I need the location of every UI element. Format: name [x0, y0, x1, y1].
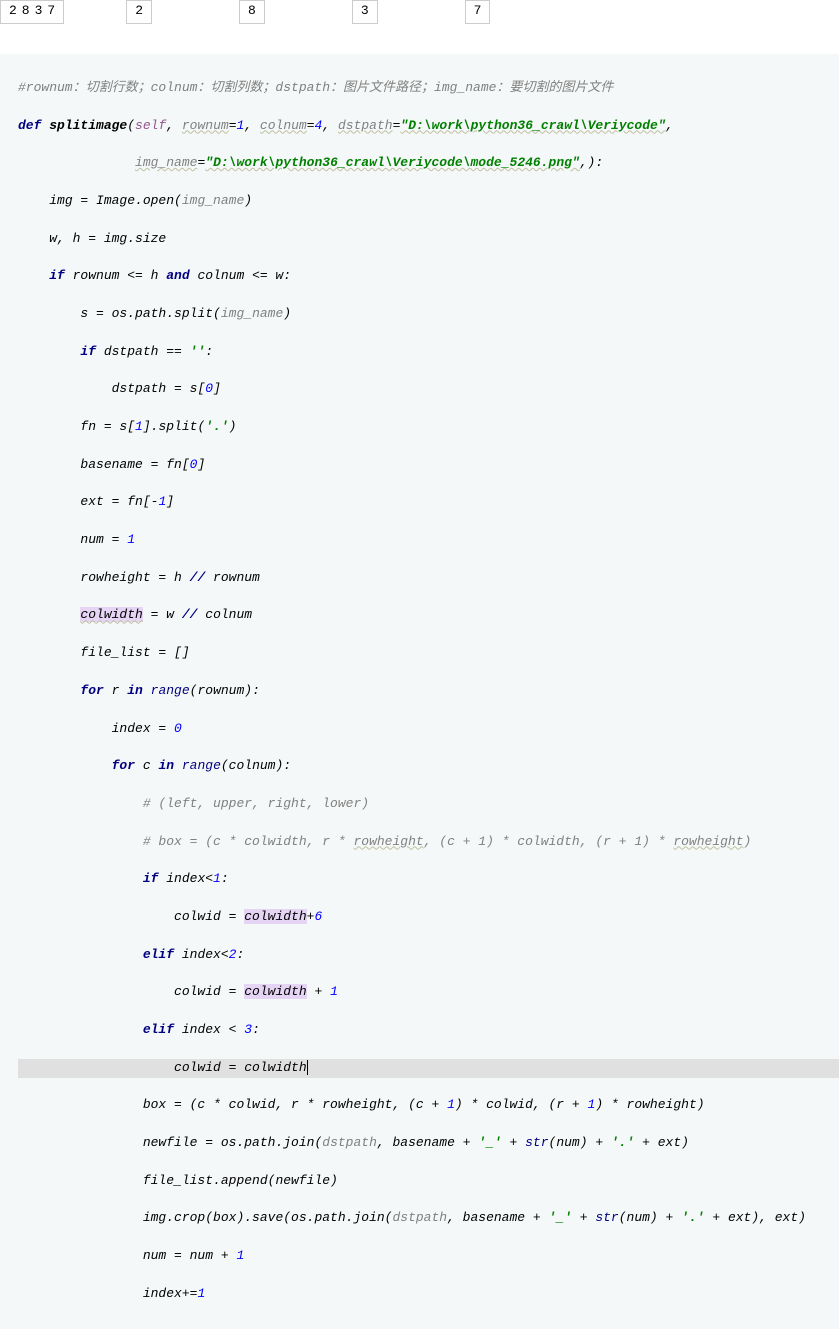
code-line: box = (c * colwid, r * rowheight, (c + 1…: [18, 1096, 839, 1115]
code-line: rowheight = h // rownum: [18, 569, 839, 588]
code-line: num = num + 1: [18, 1247, 839, 1266]
code-line: img = Image.open(img_name): [18, 192, 839, 211]
code-line: for c in range(colnum):: [18, 757, 839, 776]
code-line: w, h = img.size: [18, 230, 839, 249]
code-line-active: colwid = colwidth: [18, 1059, 839, 1078]
code-line: ext = fn[-1]: [18, 493, 839, 512]
code-line: index = 0: [18, 720, 839, 739]
tab-bar: 2837 2 8 3 7: [0, 0, 839, 24]
code-line: img.crop(box).save(os.path.join(dstpath,…: [18, 1209, 839, 1228]
code-line: colwidth = w // colnum: [18, 606, 839, 625]
code-line: fn = s[1].split('.'): [18, 418, 839, 437]
code-line: num = 1: [18, 531, 839, 550]
text-caret: [307, 1060, 308, 1075]
code-line: #rownum：切割行数；colnum：切割列数；dstpath：图片文件路径；…: [18, 79, 839, 98]
code-line: colwid = colwidth+6: [18, 908, 839, 927]
tab-3[interactable]: 3: [352, 0, 378, 24]
code-line: def splitimage(self, rownum=1, colnum=4,…: [18, 117, 839, 136]
tab-0[interactable]: 2837: [0, 0, 64, 24]
code-line: img_name="D:\work\python36_crawl\Veriyco…: [18, 154, 839, 173]
code-line: elif index<2:: [18, 946, 839, 965]
code-line: newfile = os.path.join(dstpath, basename…: [18, 1134, 839, 1153]
code-line: file_list.append(newfile): [18, 1172, 839, 1191]
code-line: # (left, upper, right, lower): [18, 795, 839, 814]
code-line: if rownum <= h and colnum <= w:: [18, 267, 839, 286]
tab-2[interactable]: 8: [239, 0, 265, 24]
code-line: if index<1:: [18, 870, 839, 889]
code-line: colwid = colwidth + 1: [18, 983, 839, 1002]
tab-4[interactable]: 7: [465, 0, 491, 24]
code-line: if dstpath == '':: [18, 343, 839, 362]
code-line: dstpath = s[0]: [18, 380, 839, 399]
code-line: for r in range(rownum):: [18, 682, 839, 701]
code-line: elif index < 3:: [18, 1021, 839, 1040]
code-line: s = os.path.split(img_name): [18, 305, 839, 324]
code-line: index+=1: [18, 1285, 839, 1304]
code-line: file_list = []: [18, 644, 839, 663]
code-line: # box = (c * colwidth, r * rowheight, (c…: [18, 833, 839, 852]
code-line: basename = fn[0]: [18, 456, 839, 475]
tab-1[interactable]: 2: [126, 0, 152, 24]
code-editor[interactable]: #rownum：切割行数；colnum：切割列数；dstpath：图片文件路径；…: [0, 54, 839, 1329]
